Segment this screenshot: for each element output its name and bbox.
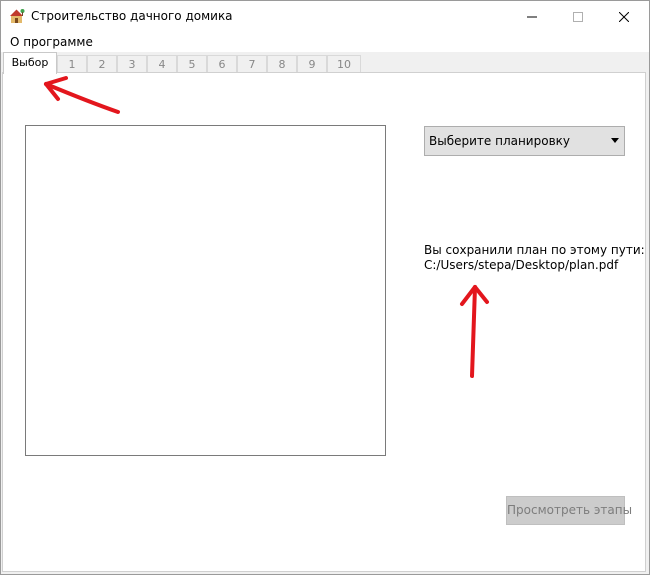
minimize-button[interactable] (509, 1, 555, 32)
tab-7[interactable]: 7 (237, 55, 267, 72)
close-button[interactable] (601, 1, 647, 32)
tab-4[interactable]: 4 (147, 55, 177, 72)
view-stages-button[interactable]: Просмотреть этапы (506, 496, 632, 525)
dropdown-arrow-icon (611, 138, 619, 143)
title-bar[interactable]: Строительство дачного домика (1, 1, 649, 32)
plan-preview-box (25, 125, 386, 456)
maximize-button[interactable] (555, 1, 601, 32)
layout-select-value: Выберите планировку (429, 134, 570, 148)
close-icon (619, 12, 629, 22)
saved-path-text: C:/Users/stepa/Desktop/plan.pdf (424, 258, 619, 272)
tab-strip: Выбор 1 2 3 4 5 6 7 8 9 10 (1, 52, 649, 74)
tab-10[interactable]: 10 (327, 55, 361, 72)
tab-9[interactable]: 9 (297, 55, 327, 72)
app-window: Строительство дачного домика О программе… (0, 0, 650, 575)
tab-8[interactable]: 8 (267, 55, 297, 72)
tab-page-choice: Выберите планировку Вы сохранили план по… (2, 72, 646, 572)
menu-bar: О программе (1, 32, 649, 52)
tab-2[interactable]: 2 (87, 55, 117, 72)
saved-message-line1: Вы сохранили план по этому пути: (424, 243, 645, 257)
tab-5[interactable]: 5 (177, 55, 207, 72)
tab-6[interactable]: 6 (207, 55, 237, 72)
tab-3[interactable]: 3 (117, 55, 147, 72)
tab-1[interactable]: 1 (57, 55, 87, 72)
layout-select[interactable]: Выберите планировку (424, 126, 625, 156)
window-title: Строительство дачного домика (31, 9, 233, 23)
tab-choice[interactable]: Выбор (3, 52, 57, 74)
maximize-icon (573, 12, 583, 22)
house-icon (10, 9, 25, 23)
menu-item-about[interactable]: О программе (6, 34, 97, 50)
saved-path-label: Вы сохранили план по этому пути: C:/User… (424, 243, 645, 273)
minimize-icon (527, 16, 537, 18)
